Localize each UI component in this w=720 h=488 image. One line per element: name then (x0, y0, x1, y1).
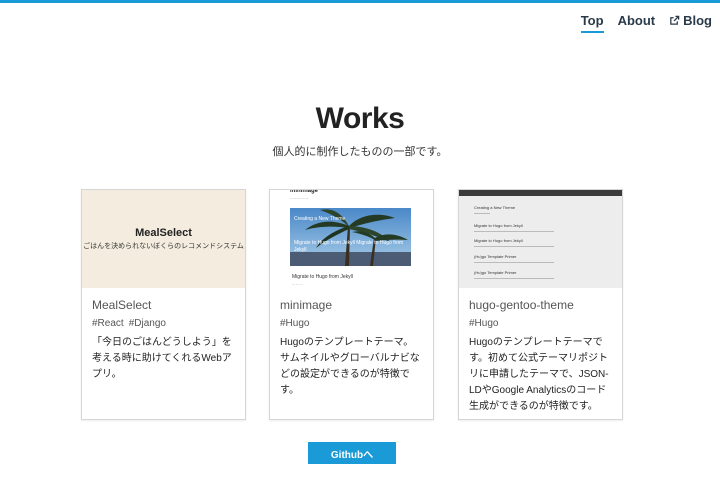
thumbnail-list-meta (474, 231, 554, 232)
thumbnail-title: MealSelect (135, 227, 192, 239)
work-tag: #Hugo (280, 318, 310, 329)
work-thumbnail: minimage — — — — — Creating a New Theme … (270, 190, 433, 288)
page-title: Works (315, 102, 405, 135)
thumbnail-footer-text: Migrate to Hugo from Jekyll (292, 274, 353, 280)
work-tags: #Hugo (469, 318, 612, 329)
thumbnail-list-item: Creating a New Theme (474, 205, 516, 210)
work-thumbnail: MealSelect ごはんを決められないぼくらのレコメンドシステム (82, 190, 245, 288)
thumbnail-heading: minimage (290, 190, 319, 194)
nav-label-about: About (617, 13, 656, 28)
thumbnail-list-meta (474, 278, 554, 279)
external-link-icon (670, 15, 680, 25)
thumbnail-list-item: (Hu)go Template Primer (474, 254, 517, 259)
nav-label-blog: Blog (683, 13, 712, 28)
thumbnail-tagline-placeholder: — — — — — (290, 196, 309, 200)
nav-label-top: Top (580, 13, 604, 28)
thumbnail-list-meta (474, 246, 554, 247)
nav-link-about[interactable]: About (618, 13, 656, 31)
work-tag: #Hugo (469, 318, 499, 329)
work-description: Hugoのテンプレートテーマ。サムネイルやグローバルナビなどの設定ができるのが特… (280, 337, 420, 396)
work-tags: #React #Django (92, 318, 235, 329)
work-card-mealselect[interactable]: MealSelect ごはんを決められないぼくらのレコメンドシステム MealS… (81, 189, 246, 420)
work-card-minimage[interactable]: minimage — — — — — Creating a New Theme … (269, 189, 434, 420)
top-accent-bar (0, 0, 720, 3)
work-tags: #Hugo (280, 318, 423, 329)
thumbnail-list-item: (Hu)go Template Primer (474, 270, 517, 275)
work-description: 「今日のごはんどうしよう」を考える時に助けてくれるWebアプリ。 (92, 337, 232, 380)
work-tag: #Django (128, 318, 166, 329)
thumbnail-header-bar (459, 190, 622, 196)
thumbnail-subtitle: ごはんを決められないぼくらのレコメンドシステム (83, 243, 244, 250)
thumbnail-overlay-text: Migrate to Hugo from Jekyll Migrate to H… (294, 240, 404, 253)
top-nav: Top About Blog (580, 13, 712, 33)
work-title: MealSelect (92, 298, 152, 312)
work-description: Hugoのテンプレートテーマです。初めて公式テーマリポジトリに申請したテーマで、… (469, 337, 609, 412)
page-subtitle: 個人的に制作したものの一部です。 (272, 146, 448, 158)
work-card-hugo-gentoo-theme[interactable]: Creating a New Theme Migrate to Hugo fro… (458, 189, 623, 420)
nav-link-top[interactable]: Top (580, 13, 604, 33)
thumbnail-list-meta (474, 213, 490, 214)
thumbnail-list-item: Migrate to Hugo from Jekyll (474, 223, 523, 228)
work-title: hugo-gentoo-theme (469, 298, 574, 312)
work-title: minimage (280, 298, 333, 312)
thumbnail-list-meta (474, 262, 554, 263)
work-tag: #React (92, 318, 124, 329)
nav-link-blog[interactable]: Blog (669, 13, 712, 31)
thumbnail-footer-meta: — — — (292, 282, 303, 286)
work-thumbnail: Creating a New Theme Migrate to Hugo fro… (459, 190, 622, 288)
github-button[interactable]: Githubへ (308, 442, 396, 464)
thumbnail-overlay-text: Creating a New Theme (294, 216, 346, 222)
thumbnail-list-item: Migrate to Hugo from Jekyll (474, 238, 523, 243)
